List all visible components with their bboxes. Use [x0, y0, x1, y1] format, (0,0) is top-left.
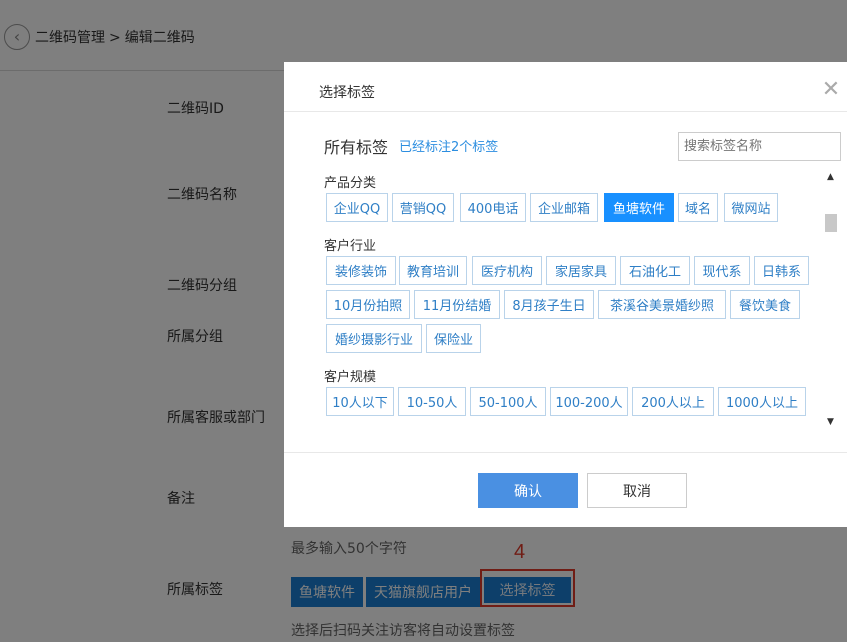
- tag-option[interactable]: 域名: [678, 193, 718, 222]
- cancel-button[interactable]: 取消: [587, 473, 687, 508]
- tag-search-input[interactable]: [678, 132, 841, 161]
- tag-option[interactable]: 微网站: [724, 193, 778, 222]
- all-tags-heading: 所有标签: [324, 138, 389, 157]
- scroll-down-arrow-icon[interactable]: ▼: [827, 417, 834, 427]
- tag-option[interactable]: 医疗机构: [472, 256, 542, 285]
- tag-option[interactable]: 石油化工: [620, 256, 690, 285]
- tag-option[interactable]: 营销QQ: [392, 193, 454, 222]
- tag-option[interactable]: 婚纱摄影行业: [326, 324, 422, 353]
- tag-option[interactable]: 10-50人: [398, 387, 466, 416]
- tag-option[interactable]: 餐饮美食: [730, 290, 800, 319]
- tag-option[interactable]: 50-100人: [470, 387, 546, 416]
- category-title: 客户规模: [324, 370, 377, 385]
- tag-option[interactable]: 企业邮箱: [530, 193, 598, 222]
- tag-option[interactable]: 8月孩子生日: [504, 290, 594, 319]
- tag-option[interactable]: 装修装饰: [326, 256, 396, 285]
- tag-option[interactable]: 400电话: [460, 193, 526, 222]
- tag-option[interactable]: 日韩系: [754, 256, 809, 285]
- tag-list-scrollbar[interactable]: ▲ ▼: [824, 172, 838, 432]
- tag-option[interactable]: 100-200人: [550, 387, 628, 416]
- modal-title: 选择标签: [319, 85, 375, 101]
- tag-option[interactable]: 10月份拍照: [326, 290, 410, 319]
- tag-option[interactable]: 企业QQ: [326, 193, 388, 222]
- tag-option-selected[interactable]: 鱼塘软件: [604, 193, 674, 222]
- modal-header: 选择标签 ✕: [284, 62, 847, 112]
- category-title: 产品分类: [324, 176, 377, 191]
- scroll-thumb[interactable]: [825, 214, 837, 232]
- tag-option[interactable]: 200人以上: [632, 387, 714, 416]
- close-icon[interactable]: ✕: [819, 78, 843, 102]
- tag-option[interactable]: 教育培训: [399, 256, 467, 285]
- tag-list-scroll-area[interactable]: 产品分类 企业QQ 营销QQ 400电话 企业邮箱 鱼塘软件 域名 微网站 客户…: [324, 168, 814, 430]
- tag-option[interactable]: 11月份结婚: [414, 290, 500, 319]
- category-title: 客户行业: [324, 239, 377, 254]
- confirm-button[interactable]: 确认: [478, 473, 578, 508]
- tag-option[interactable]: 茶溪谷美景婚纱照: [598, 290, 726, 319]
- scroll-up-arrow-icon[interactable]: ▲: [827, 172, 834, 182]
- tag-option[interactable]: 现代系: [694, 256, 750, 285]
- tag-option[interactable]: 保险业: [426, 324, 481, 353]
- tag-option[interactable]: 10人以下: [326, 387, 394, 416]
- tag-option[interactable]: 1000人以上: [718, 387, 806, 416]
- tag-option[interactable]: 家居家具: [546, 256, 616, 285]
- tagged-count[interactable]: 已经标注2个标签: [399, 136, 498, 155]
- modal-footer: 确认 取消: [284, 452, 847, 527]
- select-tag-modal: 选择标签 ✕ 所有标签 已经标注2个标签 产品分类 企业QQ 营销QQ 400电…: [284, 62, 847, 527]
